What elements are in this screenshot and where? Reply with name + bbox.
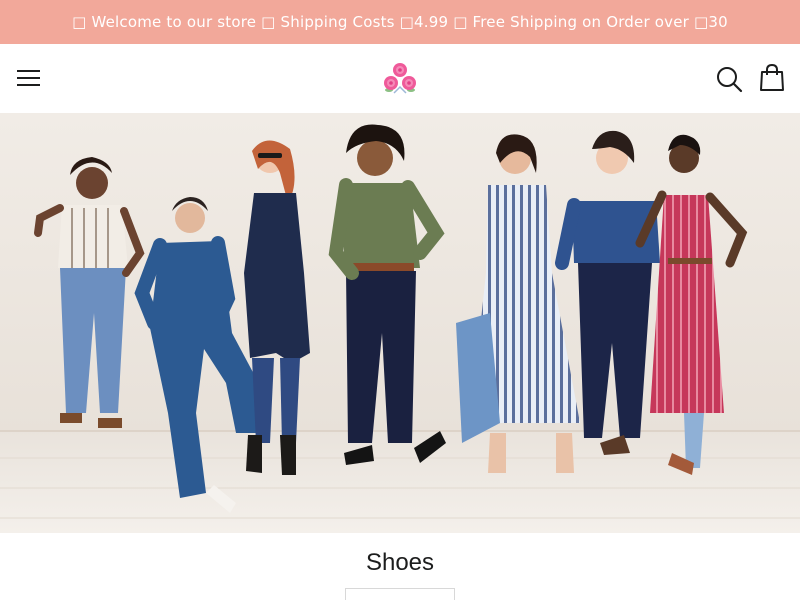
- announcement-bar: □ Welcome to our store □ Shipping Costs …: [0, 0, 800, 44]
- sort-select[interactable]: [345, 588, 455, 600]
- store-logo[interactable]: [380, 59, 420, 97]
- site-header: [0, 44, 800, 113]
- search-button[interactable]: [714, 64, 744, 94]
- hero-banner[interactable]: [0, 113, 800, 533]
- rose-bouquet-logo: [384, 63, 416, 94]
- announcement-text: □ Welcome to our store □ Shipping Costs …: [72, 13, 728, 31]
- menu-button[interactable]: [14, 64, 44, 92]
- shopping-bag-icon: [760, 63, 784, 91]
- collection-title: Shoes: [365, 549, 435, 576]
- hamburger-menu-icon: [17, 70, 40, 86]
- hero-image: [0, 113, 800, 533]
- search-icon: [717, 67, 743, 93]
- cart-button[interactable]: [758, 63, 786, 93]
